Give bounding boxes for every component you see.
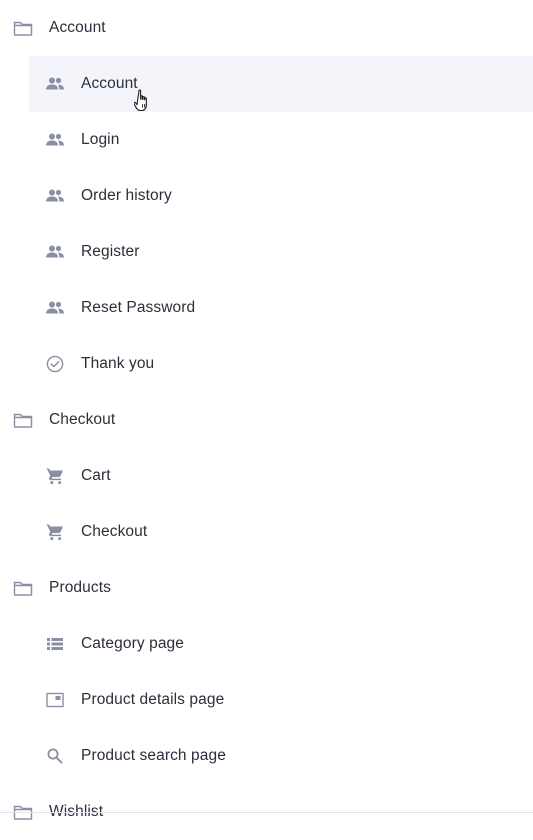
page-item-register[interactable]: Register [0,224,533,280]
page-item-product-details-page[interactable]: Product details page [0,672,533,728]
product-card-icon [46,691,64,709]
folder-account[interactable]: Account [0,0,533,56]
people-icon [46,187,64,205]
search-icon [46,747,64,765]
page-item-category-page[interactable]: Category page [0,616,533,672]
folder-icon [13,18,33,38]
folder-checkout[interactable]: Checkout [0,392,533,448]
page-label: Account [81,75,138,92]
people-icon [46,131,64,149]
page-item-product-search-page[interactable]: Product search page [0,728,533,784]
page-label: Checkout [81,523,148,540]
page-label: Product search page [81,747,226,764]
folder-icon [13,578,33,598]
page-item-reset-password[interactable]: Reset Password [0,280,533,336]
page-label: Order history [81,187,172,204]
check-circle-icon [46,355,64,373]
page-label: Product details page [81,691,225,708]
cart-icon [46,523,64,541]
folder-products[interactable]: Products [0,560,533,616]
hand-cursor-icon [134,89,152,115]
folder-icon [13,410,33,430]
page-item-login[interactable]: Login [0,112,533,168]
page-item-account[interactable]: Account [0,56,533,112]
page-label: Reset Password [81,299,196,316]
page-label: Register [81,243,140,260]
page-label: Login [81,131,120,148]
page-item-thank-you[interactable]: Thank you [0,336,533,392]
cart-icon [46,467,64,485]
page-tree: Account Account Login Order history Regi… [0,0,533,840]
page-label: Category page [81,635,184,652]
people-icon [46,75,64,93]
folder-label: Account [49,19,106,36]
page-label: Thank you [81,355,155,372]
page-item-order-history[interactable]: Order history [0,168,533,224]
page-item-cart[interactable]: Cart [0,448,533,504]
page-label: Cart [81,467,111,484]
folder-label: Products [49,579,111,596]
folder-label: Checkout [49,411,116,428]
people-icon [46,299,64,317]
people-icon [46,243,64,261]
list-icon [46,635,64,653]
page-item-checkout[interactable]: Checkout [0,504,533,560]
